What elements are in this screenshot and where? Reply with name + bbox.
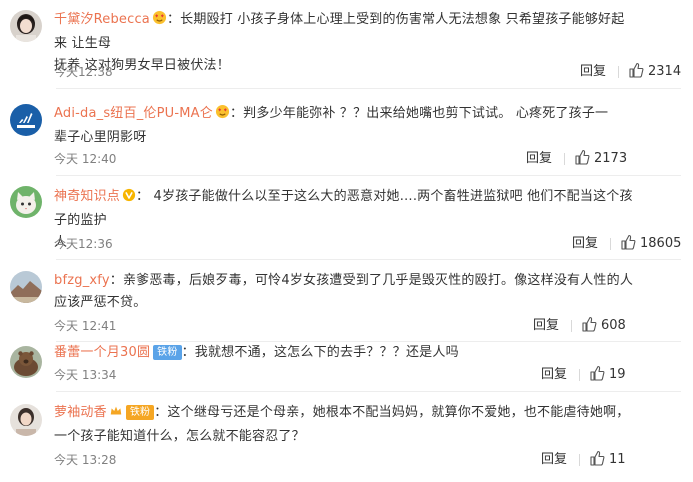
- reply-button[interactable]: 回复: [541, 365, 567, 385]
- thumbs-up-icon: [582, 316, 597, 332]
- comment-text-line: 一个孩子能知道什么，怎么就不能容忍了？: [54, 429, 305, 444]
- reply-button[interactable]: 回复: [580, 62, 606, 82]
- thumbs-up-icon: [590, 450, 605, 466]
- user-avatar[interactable]: [10, 104, 42, 136]
- reply-button[interactable]: 回复: [526, 149, 552, 169]
- cat-avatar-icon: [10, 186, 42, 218]
- username-link[interactable]: 番蕾一个月30圆: [54, 345, 150, 360]
- comment-divider: [56, 391, 681, 392]
- heart-eyes-emoji-icon: [215, 104, 230, 127]
- reply-button[interactable]: 回复: [533, 316, 559, 336]
- verified-v-icon: [122, 188, 136, 210]
- divider: [579, 454, 580, 466]
- comment-divider: [56, 175, 681, 176]
- comment-text-line: ：亲爹恶毒，后娘歹毒，可怜4岁女孩遭受到了几乎是毁灭性的殴打。像这样没有人性的人: [109, 273, 634, 288]
- user-avatar[interactable]: [10, 271, 42, 303]
- adidas-logo-avatar-icon: [10, 104, 42, 136]
- comment-body: Adi-da_s纽百_伦PU-MA仑 ：判多少年能弥补 ？？出来给她嘴也剪下试试。…: [54, 103, 637, 149]
- comment-time: 今天 12:41: [54, 319, 117, 333]
- divider: [564, 153, 565, 165]
- comment-body: 萝袖动香 铁粉 ：这个继母亏还是个母亲，她根本不配当妈妈，就算你不爱她，也不能虐待她…: [54, 402, 637, 448]
- comment-meta: 今天12:38 回复 2314: [54, 62, 681, 82]
- like-button[interactable]: 2314: [628, 62, 681, 82]
- girl-avatar-icon: [10, 10, 42, 42]
- divider: [618, 66, 619, 78]
- user-avatar[interactable]: [10, 404, 42, 436]
- comment-divider: [56, 88, 681, 89]
- username-link[interactable]: 神奇知识点: [54, 189, 120, 204]
- like-button[interactable]: 19: [589, 365, 626, 385]
- like-button[interactable]: 18605: [620, 234, 681, 254]
- comment-body: bfzg_xfy：亲爹恶毒，后娘歹毒，可怜4岁女孩遭受到了几乎是毁灭性的殴打。像…: [54, 270, 637, 314]
- username-link[interactable]: bfzg_xfy: [54, 273, 110, 288]
- like-count: 19: [609, 367, 626, 382]
- username-link[interactable]: Adi-da_s纽百_伦PU-MA仑: [54, 106, 213, 121]
- like-count: 11: [609, 452, 626, 467]
- comment-meta: 今天 13:28 回复 11: [54, 450, 681, 470]
- comment-time: 今天12:36: [54, 237, 113, 251]
- comment-feed: 千黛汐Rebecca ：长期殴打 小孩子身体上心理上受到的伤害常人无法想象 只希望…: [0, 0, 693, 482]
- landscape-avatar-icon: [10, 271, 42, 303]
- like-button[interactable]: 11: [589, 450, 626, 470]
- comment-text-line: 辈子心里阴影呀: [54, 130, 147, 145]
- user-avatar[interactable]: [10, 186, 42, 218]
- crown-icon: [109, 404, 123, 426]
- like-count: 2314: [648, 64, 682, 79]
- like-button[interactable]: 608: [581, 316, 626, 336]
- comment-time: 今天 13:34: [54, 368, 117, 382]
- comment-divider: [56, 259, 681, 260]
- comment-meta: 今天12:36 回复 18605: [54, 234, 681, 254]
- like-count: 608: [601, 318, 626, 333]
- comment-body: 番蕾一个月30圆 铁粉 ：我就想不通，这怎么下的去手？？？还是人吗: [54, 342, 637, 364]
- comment-time: 今天12:38: [54, 65, 113, 79]
- comment-time: 今天 13:28: [54, 453, 117, 467]
- comment-text-line: ：判多少年能弥补 ？？出来给她嘴也剪下试试。 心疼死了孩子一: [229, 106, 609, 121]
- bear-avatar-icon: [10, 346, 42, 378]
- fan-badge: 铁粉: [153, 345, 182, 360]
- comment-meta: 今天 13:34 回复 19: [54, 365, 681, 385]
- comment-text-line: ：我就想不通，这怎么下的去手？？？还是人吗: [181, 345, 459, 360]
- thumbs-up-icon: [621, 234, 636, 250]
- divider: [610, 238, 611, 250]
- like-count: 2173: [594, 151, 628, 166]
- divider: [571, 320, 572, 332]
- user-avatar[interactable]: [10, 346, 42, 378]
- fan-badge: 铁粉: [125, 405, 155, 420]
- divider: [579, 369, 580, 381]
- comment-text-line: ： 4岁孩子能做什么以至于这么大的恶意对她….两个畜牲进监狱吧 他们不配当这个孩…: [54, 189, 633, 228]
- like-count: 18605: [640, 236, 682, 251]
- username-link[interactable]: 千黛汐Rebecca: [54, 12, 150, 27]
- username-link[interactable]: 萝袖动香: [54, 405, 107, 420]
- comment-meta: 今天 12:41 回复 608: [54, 316, 681, 336]
- user-avatar[interactable]: [10, 10, 42, 42]
- portrait-avatar-icon: [10, 404, 42, 436]
- comment-time: 今天 12:40: [54, 152, 117, 166]
- reply-button[interactable]: 回复: [572, 234, 598, 254]
- thumbs-up-icon: [590, 365, 605, 381]
- thumbs-up-icon: [629, 62, 644, 78]
- comment-text-line: 应该严惩不贷。: [54, 295, 147, 310]
- heart-eyes-emoji-icon: [152, 10, 167, 33]
- like-button[interactable]: 2173: [574, 149, 627, 169]
- comment-text-line: ：这个继母亏还是个母亲，她根本不配当妈妈，就算你不爱她，也不能虐待她啊，: [154, 405, 630, 420]
- comment-meta: 今天 12:40 回复 2173: [54, 149, 681, 169]
- thumbs-up-icon: [575, 149, 590, 165]
- reply-button[interactable]: 回复: [541, 450, 567, 470]
